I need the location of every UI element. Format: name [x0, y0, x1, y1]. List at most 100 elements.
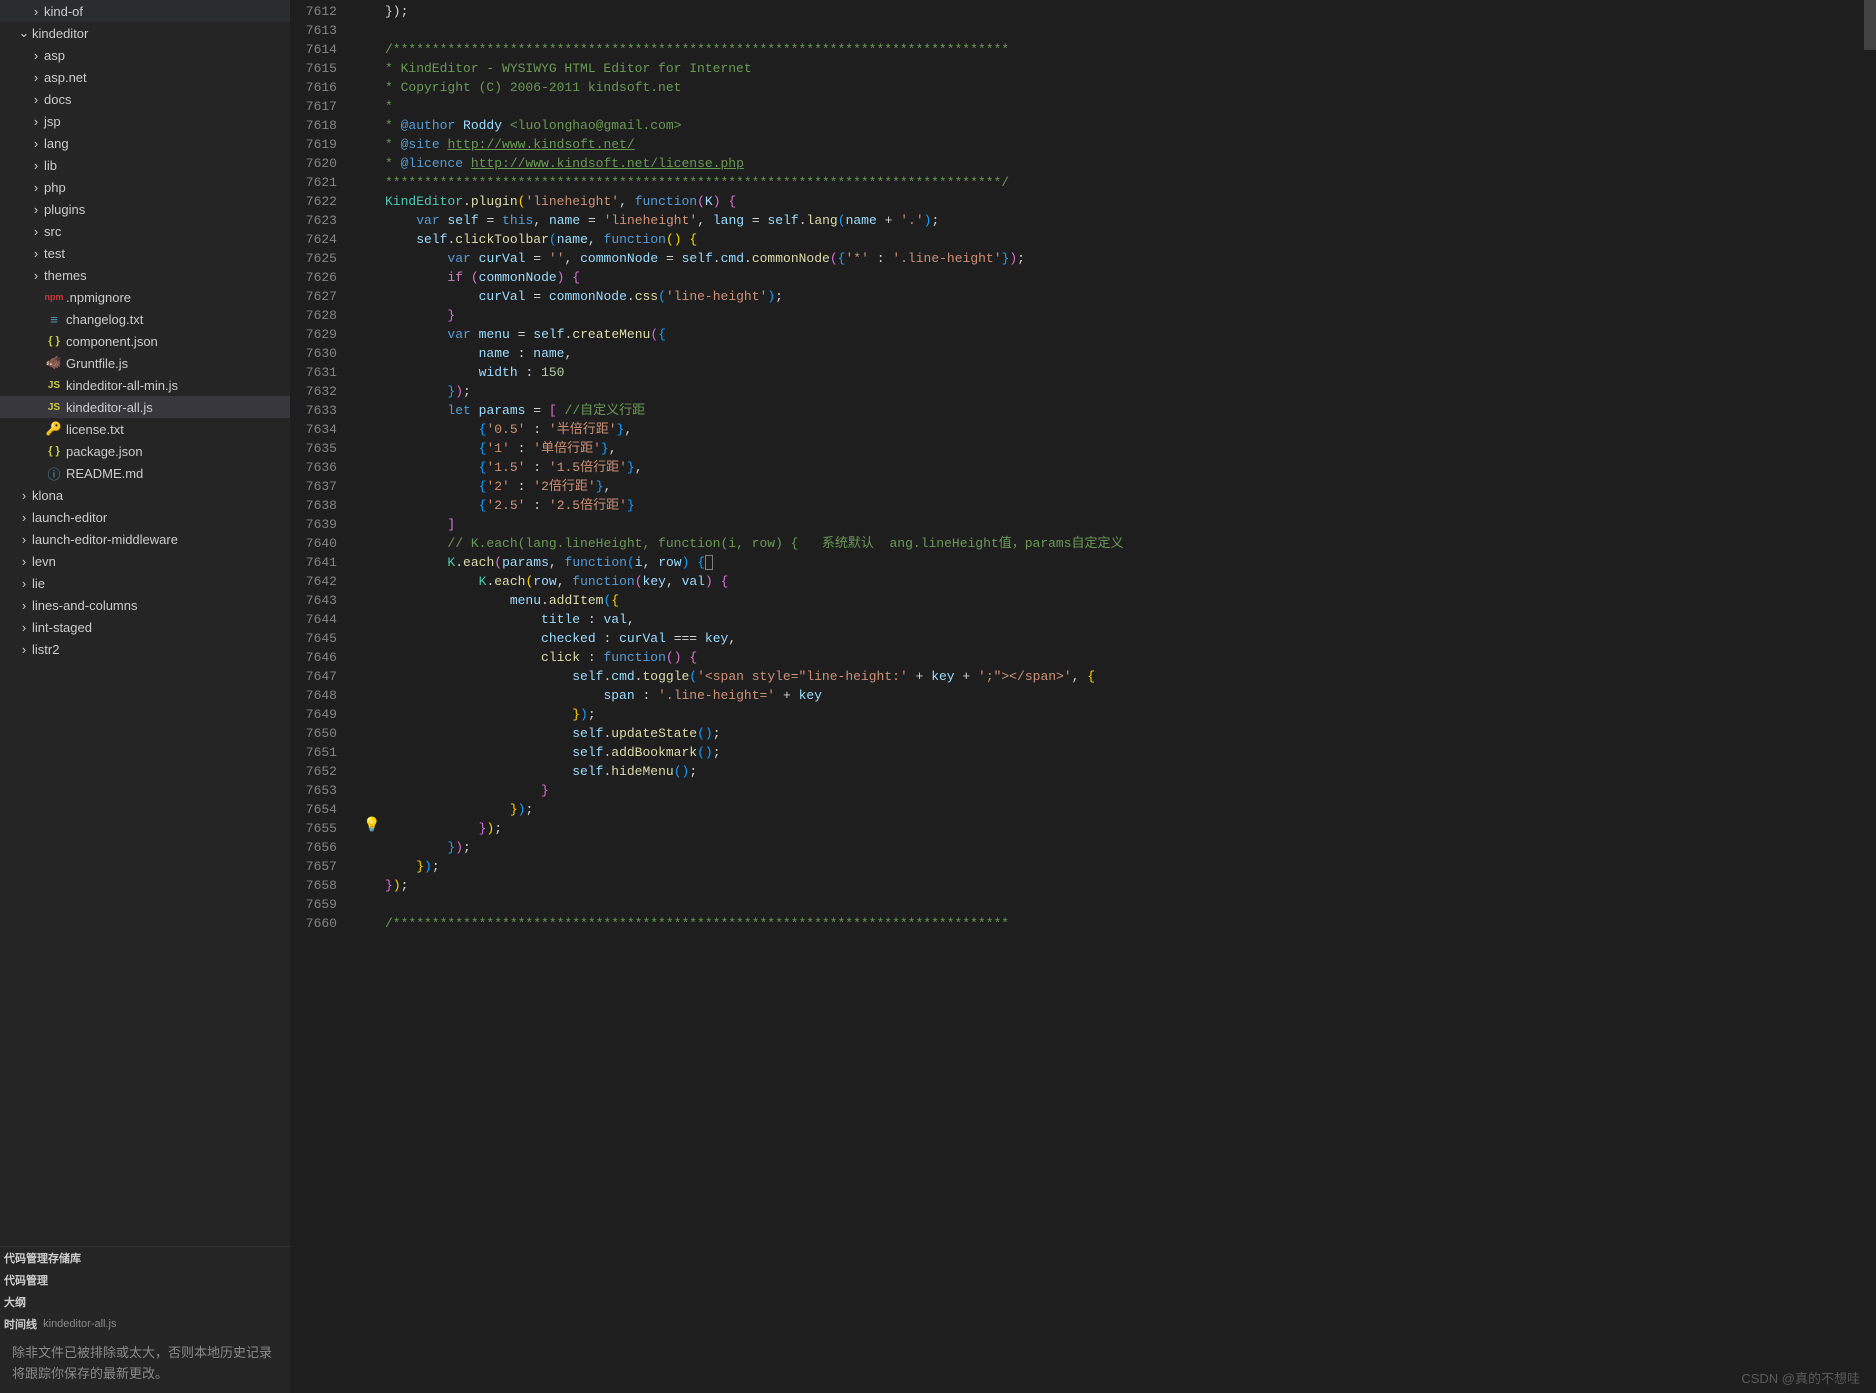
file-item[interactable]: { }package.json: [0, 440, 290, 462]
code-line[interactable]: * Copyright (C) 2006-2011 kindsoft.net: [385, 78, 1876, 97]
code-line[interactable]: });: [385, 800, 1876, 819]
code-line[interactable]: self.hideMenu();: [385, 762, 1876, 781]
code-line[interactable]: {'2.5' : '2.5倍行距'}: [385, 496, 1876, 515]
folder-item[interactable]: ›plugins: [0, 198, 290, 220]
folder-item[interactable]: ›lines-and-columns: [0, 594, 290, 616]
tree-label: package.json: [66, 444, 143, 459]
code-line[interactable]: * @site http://www.kindsoft.net/: [385, 135, 1876, 154]
code-line[interactable]: * KindEditor - WYSIWYG HTML Editor for I…: [385, 59, 1876, 78]
code-line[interactable]: span : '.line-height=' + key: [385, 686, 1876, 705]
code-line[interactable]: self.addBookmark();: [385, 743, 1876, 762]
code-line[interactable]: title : val,: [385, 610, 1876, 629]
folder-item[interactable]: ›jsp: [0, 110, 290, 132]
folder-item[interactable]: ⌄kindeditor: [0, 22, 290, 44]
code-line[interactable]: *: [385, 97, 1876, 116]
folder-item[interactable]: ›test: [0, 242, 290, 264]
code-line[interactable]: menu.addItem({: [385, 591, 1876, 610]
code-line[interactable]: });: [385, 2, 1876, 21]
folder-item[interactable]: ›launch-editor: [0, 506, 290, 528]
code-line[interactable]: K.each(params, function(i, row) {: [385, 553, 1876, 572]
code-line[interactable]: * @licence http://www.kindsoft.net/licen…: [385, 154, 1876, 173]
code-line[interactable]: /***************************************…: [385, 914, 1876, 933]
line-number: 7653: [290, 781, 355, 800]
code-line[interactable]: {'1.5' : '1.5倍行距'},: [385, 458, 1876, 477]
file-item[interactable]: npm.npmignore: [0, 286, 290, 308]
code-line[interactable]: // K.each(lang.lineHeight, function(i, r…: [385, 534, 1876, 553]
file-item[interactable]: 🔑license.txt: [0, 418, 290, 440]
code-line[interactable]: checked : curVal === key,: [385, 629, 1876, 648]
code-line[interactable]: {'1' : '单倍行距'},: [385, 439, 1876, 458]
file-item[interactable]: JSkindeditor-all.js: [0, 396, 290, 418]
file-item[interactable]: ⓘREADME.md: [0, 462, 290, 484]
line-number: 7612: [290, 2, 355, 21]
code-line[interactable]: if (commonNode) {: [385, 268, 1876, 287]
code-line[interactable]: });: [385, 838, 1876, 857]
code-line[interactable]: curVal = commonNode.css('line-height');: [385, 287, 1876, 306]
code-content[interactable]: }); /************************************…: [385, 0, 1876, 1393]
folder-item[interactable]: ›lie: [0, 572, 290, 594]
code-line[interactable]: width : 150: [385, 363, 1876, 382]
code-line[interactable]: self.updateState();: [385, 724, 1876, 743]
file-item[interactable]: JSkindeditor-all-min.js: [0, 374, 290, 396]
line-number: 7635: [290, 439, 355, 458]
folder-item[interactable]: ›themes: [0, 264, 290, 286]
code-line[interactable]: ]: [385, 515, 1876, 534]
line-number: 7658: [290, 876, 355, 895]
folder-item[interactable]: ›klona: [0, 484, 290, 506]
code-line[interactable]: });: [385, 876, 1876, 895]
code-line[interactable]: let params = [ //自定义行距: [385, 401, 1876, 420]
code-line[interactable]: name : name,: [385, 344, 1876, 363]
code-line[interactable]: click : function() {: [385, 648, 1876, 667]
code-line[interactable]: }: [385, 781, 1876, 800]
file-item[interactable]: 🐗Gruntfile.js: [0, 352, 290, 374]
code-line[interactable]: ****************************************…: [385, 173, 1876, 192]
code-line[interactable]: K.each(row, function(key, val) {: [385, 572, 1876, 591]
file-item[interactable]: { }component.json: [0, 330, 290, 352]
folder-item[interactable]: ›asp: [0, 44, 290, 66]
code-line[interactable]: [385, 895, 1876, 914]
editor[interactable]: 7612761376147615761676177618761976207621…: [290, 0, 1876, 1393]
code-line[interactable]: /***************************************…: [385, 40, 1876, 59]
section-timeline[interactable]: 时间线 kindeditor-all.js: [0, 1313, 290, 1335]
section-outline[interactable]: 大纲: [0, 1291, 290, 1313]
folder-item[interactable]: ›lib: [0, 154, 290, 176]
folder-item[interactable]: ›kind-of: [0, 0, 290, 22]
folder-item[interactable]: ›src: [0, 220, 290, 242]
code-line[interactable]: });: [385, 382, 1876, 401]
code-line[interactable]: var curVal = '', commonNode = self.cmd.c…: [385, 249, 1876, 268]
code-line[interactable]: KindEditor.plugin('lineheight', function…: [385, 192, 1876, 211]
code-line[interactable]: });: [385, 857, 1876, 876]
folder-item[interactable]: ›lint-staged: [0, 616, 290, 638]
folder-item[interactable]: ›listr2: [0, 638, 290, 660]
chevron-right-icon: ›: [16, 510, 32, 525]
folder-item[interactable]: ›php: [0, 176, 290, 198]
tree-label: themes: [44, 268, 87, 283]
code-line[interactable]: });: [385, 705, 1876, 724]
scrollbar-thumb[interactable]: [1864, 0, 1876, 50]
line-number: 7646: [290, 648, 355, 667]
code-line[interactable]: }: [385, 306, 1876, 325]
section-scm[interactable]: 代码管理: [0, 1269, 290, 1291]
folder-item[interactable]: ›docs: [0, 88, 290, 110]
file-icon: JS: [44, 380, 64, 391]
section-scm-repo[interactable]: 代码管理存储库: [0, 1247, 290, 1269]
folder-item[interactable]: ›levn: [0, 550, 290, 572]
code-line[interactable]: self.clickToolbar(name, function() {: [385, 230, 1876, 249]
file-tree[interactable]: ›kind-of⌄kindeditor›asp›asp.net›docs›jsp…: [0, 0, 290, 1246]
folder-item[interactable]: ›launch-editor-middleware: [0, 528, 290, 550]
code-line[interactable]: {'2' : '2倍行距'},: [385, 477, 1876, 496]
code-line[interactable]: [385, 21, 1876, 40]
line-number: 7625: [290, 249, 355, 268]
folder-item[interactable]: ›asp.net: [0, 66, 290, 88]
folder-item[interactable]: ›lang: [0, 132, 290, 154]
file-item[interactable]: ≡changelog.txt: [0, 308, 290, 330]
lightbulb-icon[interactable]: 💡: [363, 817, 380, 836]
sidebar: ›kind-of⌄kindeditor›asp›asp.net›docs›jsp…: [0, 0, 290, 1393]
chevron-right-icon: ›: [16, 488, 32, 503]
code-line[interactable]: });: [385, 819, 1876, 838]
code-line[interactable]: * @author Roddy <luolonghao@gmail.com>: [385, 116, 1876, 135]
code-line[interactable]: var self = this, name = 'lineheight', la…: [385, 211, 1876, 230]
code-line[interactable]: self.cmd.toggle('<span style="line-heigh…: [385, 667, 1876, 686]
code-line[interactable]: var menu = self.createMenu({: [385, 325, 1876, 344]
code-line[interactable]: {'0.5' : '半倍行距'},: [385, 420, 1876, 439]
